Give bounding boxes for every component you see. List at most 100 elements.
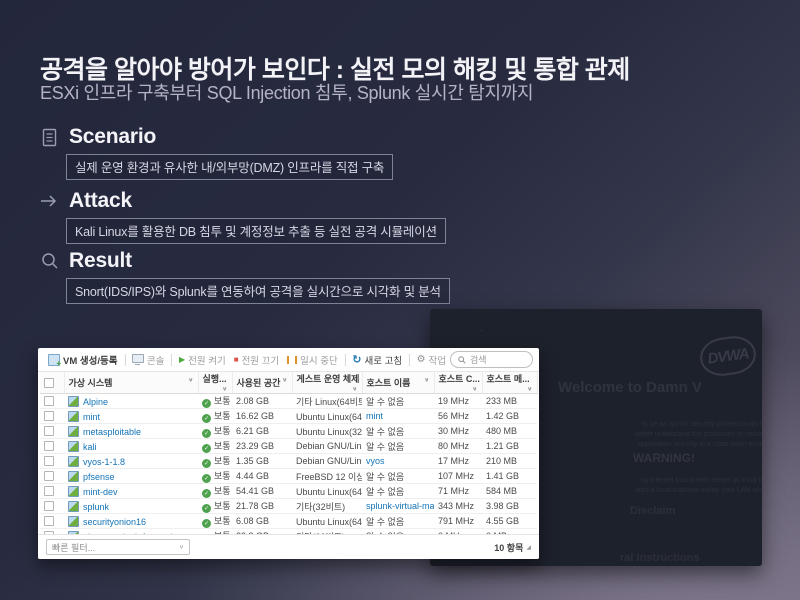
status-ok-icon: ✓: [202, 489, 211, 498]
vm-used-space: 1.35 GB: [232, 454, 292, 469]
vm-toolbar: VM 생성/등록 콘솔 ▶전원 켜기 ■전원 끄기 일시 중단 ↻새로 고침 ⚙…: [38, 348, 539, 372]
vm-icon: [68, 486, 79, 497]
vm-name-link[interactable]: Alpine: [83, 397, 108, 407]
terminal-line: └─# sqlmap -u "http://10.0.0.254/dvwa/vu…: [430, 322, 762, 331]
section-scenario-label: Scenario: [69, 125, 156, 149]
row-checkbox[interactable]: [44, 396, 54, 406]
vm-name-link[interactable]: metasploitable: [83, 427, 141, 437]
vm-host-name: 알 수 없음: [366, 442, 404, 452]
vm-table-row[interactable]: kali ✓보통 23.29 GB Debian GNU/Linux... 알 …: [40, 439, 537, 454]
vm-guest-os: 기타(32비트): [292, 499, 362, 514]
vm-guest-os: Ubuntu Linux(32비...: [292, 424, 362, 439]
vm-name-link[interactable]: pfsense: [83, 472, 115, 482]
vm-create-button[interactable]: VM 생성/등록: [48, 353, 118, 367]
power-off-button[interactable]: ■전원 끄기: [234, 353, 279, 367]
vm-table-row[interactable]: metasploitable ✓보통 6.21 GB Ubuntu Linux(…: [40, 424, 537, 439]
vm-column-header[interactable]: 호스트 C...∨: [434, 372, 482, 394]
vm-icon: [68, 441, 79, 452]
row-checkbox[interactable]: [44, 501, 54, 511]
actions-button[interactable]: ⚙작업: [417, 353, 446, 367]
vm-column-header[interactable]: 사용된 공간∨: [232, 372, 292, 394]
vm-host-name: 알 수 없음: [366, 397, 404, 407]
vm-host-name: 알 수 없음: [366, 517, 404, 527]
console-button[interactable]: 콘솔: [132, 353, 164, 367]
vm-host-cpu: 791 MHz: [434, 514, 482, 529]
section-scenario: Scenario 실제 운영 환경과 유사한 내/외부망(DMZ) 인프라를 직…: [40, 125, 393, 180]
document-icon: [40, 128, 59, 147]
vm-host-mem: 233 MB: [482, 394, 537, 409]
row-checkbox[interactable]: [44, 426, 54, 436]
status-ok-icon: ✓: [202, 474, 211, 483]
vm-table-footer: 빠른 필터...∨ 10 항목 ◢: [38, 534, 539, 559]
vm-host-name: mint: [366, 411, 383, 421]
row-checkbox[interactable]: [44, 456, 54, 466]
vm-guest-os: Ubuntu Linux(64비...: [292, 409, 362, 424]
chevron-down-icon: ∨: [179, 544, 184, 550]
vm-icon: [68, 456, 79, 467]
vm-table-row[interactable]: splunk ✓보통 21.78 GB 기타(32비트) splunk-virt…: [40, 499, 537, 514]
vm-guest-os: Debian GNU/Linux...: [292, 454, 362, 469]
esxi-vm-panel: VM 생성/등록 콘솔 ▶전원 켜기 ■전원 끄기 일시 중단 ↻새로 고침 ⚙…: [38, 348, 539, 559]
vm-host-name: splunk-virtual-mac...: [366, 501, 434, 511]
vm-column-header[interactable]: 실행...∨: [198, 372, 232, 394]
presentation-slide: 공격을 알아야 방어가 보인다 : 실전 모의 해킹 및 통합 관제 ESXi …: [0, 0, 800, 600]
power-on-icon: ▶: [179, 355, 185, 364]
vm-table-row[interactable]: Alpine ✓보통 2.08 GB 기타 Linux(64비트) 알 수 없음…: [40, 394, 537, 409]
row-checkbox[interactable]: [44, 471, 54, 481]
chevron-down-icon: ∨: [222, 386, 228, 392]
vm-name-link[interactable]: mint-dev: [83, 487, 118, 497]
vm-create-icon: [48, 354, 60, 366]
gear-icon: ⚙: [417, 354, 426, 365]
status-ok-icon: ✓: [202, 399, 211, 408]
vm-host-cpu: 19 MHz: [434, 394, 482, 409]
vm-status: 보통: [214, 486, 231, 496]
vm-name-link[interactable]: splunk: [83, 502, 109, 512]
vm-table-row[interactable]: vyos-1-1.8 ✓보통 1.35 GB Debian GNU/Linux.…: [40, 454, 537, 469]
vm-status: 보통: [214, 456, 231, 466]
vm-search-box[interactable]: 검색: [450, 351, 533, 368]
chevron-down-icon: ∨: [527, 386, 533, 392]
vm-name-link[interactable]: vyos-1-1.8: [83, 457, 125, 467]
section-result-label: Result: [69, 249, 132, 273]
vm-icon: [68, 501, 79, 512]
vm-table-row[interactable]: pfsense ✓보통 4.44 GB FreeBSD 12 이상 ... 알 …: [40, 469, 537, 484]
arrow-right-icon: [40, 192, 59, 211]
vm-host-mem: 584 MB: [482, 484, 537, 499]
vm-name-link[interactable]: mint: [83, 412, 100, 422]
vm-table-row[interactable]: mint ✓보통 16.62 GB Ubuntu Linux(64비... mi…: [40, 409, 537, 424]
row-checkbox[interactable]: [44, 516, 54, 526]
vm-used-space: 6.21 GB: [232, 424, 292, 439]
row-checkbox[interactable]: [44, 411, 54, 421]
vm-column-header[interactable]: 호스트 메...∨: [482, 372, 537, 394]
vm-host-cpu: 107 MHz: [434, 469, 482, 484]
vm-status: 보통: [214, 501, 231, 511]
vm-guest-os: Ubuntu Linux(64비...: [292, 514, 362, 529]
power-on-button[interactable]: ▶전원 켜기: [179, 353, 226, 367]
section-result-description: Snort(IDS/IPS)와 Splunk를 연동하여 공격을 실시간으로 시…: [66, 278, 450, 304]
suspend-button[interactable]: 일시 중단: [287, 353, 338, 367]
vm-used-space: 54.41 GB: [232, 484, 292, 499]
row-checkbox[interactable]: [44, 486, 54, 496]
quick-filter-dropdown[interactable]: 빠른 필터...∨: [46, 539, 190, 555]
resize-grip-icon[interactable]: ◢: [526, 544, 531, 551]
vm-host-mem: 1.21 GB: [482, 439, 537, 454]
vm-column-header[interactable]: 가상 시스템∨: [64, 372, 198, 394]
refresh-button[interactable]: ↻새로 고침: [352, 353, 402, 367]
vm-host-cpu: 17 MHz: [434, 454, 482, 469]
chevron-down-icon: ∨: [352, 386, 358, 392]
vm-host-name: 알 수 없음: [366, 472, 404, 482]
vm-name-link[interactable]: kali: [83, 442, 97, 452]
vm-guest-os: Ubuntu Linux(64비...: [292, 484, 362, 499]
vm-host-cpu: 30 MHz: [434, 424, 482, 439]
vm-column-header[interactable]: 호스트 이름∨: [362, 372, 434, 394]
vm-icon: [68, 411, 79, 422]
vm-host-name: vyos: [366, 456, 385, 466]
section-result: Result Snort(IDS/IPS)와 Splunk를 연동하여 공격을 …: [40, 249, 450, 304]
vm-name-link[interactable]: securityonion16: [83, 517, 146, 527]
vm-table-row[interactable]: securityonion16 ✓보통 6.08 GB Ubuntu Linux…: [40, 514, 537, 529]
select-all-checkbox[interactable]: [40, 372, 64, 394]
vm-column-header[interactable]: 게스트 운영 체제∨: [292, 372, 362, 394]
vm-table-row[interactable]: mint-dev ✓보통 54.41 GB Ubuntu Linux(64비..…: [40, 484, 537, 499]
row-checkbox[interactable]: [44, 441, 54, 451]
chevron-down-icon: ∨: [188, 377, 194, 383]
